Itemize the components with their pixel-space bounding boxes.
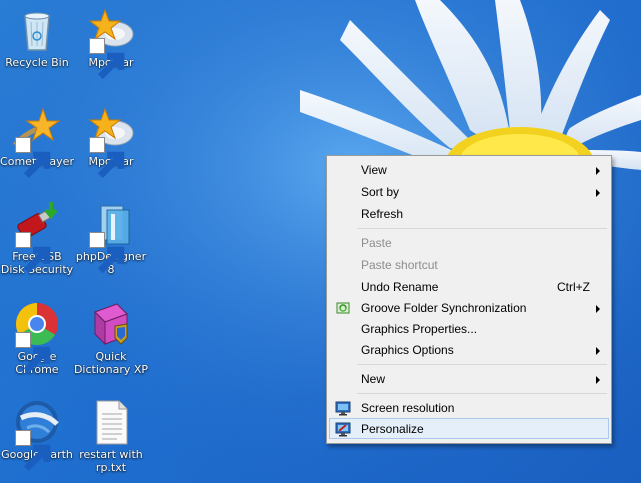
menu-item-label: Sort by — [361, 185, 400, 199]
menu-item-refresh[interactable]: Refresh — [329, 203, 609, 224]
chrome-icon — [13, 300, 61, 374]
desktop-icon-google-earth[interactable]: Google Earth — [0, 398, 75, 472]
shortcut-arrow-icon — [89, 137, 125, 179]
menu-item-label: Graphics Properties... — [361, 322, 478, 336]
menu-item-label: Personalize — [361, 422, 424, 436]
desktop-icon-phpdesigner[interactable]: phpDesigner 8 — [73, 200, 149, 276]
menu-item-groove-folder-sync[interactable]: Groove Folder Synchronization — [329, 297, 609, 318]
desktop-icon-mpcstar-2[interactable]: MpcStar — [73, 105, 149, 179]
desktop-icon-restart-with-rp-txt[interactable]: restart with rp.txt — [73, 398, 149, 474]
shortcut-arrow-icon — [89, 232, 125, 274]
text-file-icon — [87, 398, 135, 446]
menu-item-screen-resolution[interactable]: Screen resolution — [329, 397, 609, 418]
menu-item-label: View — [361, 163, 387, 177]
menu-item-paste-shortcut[interactable]: Paste shortcut — [329, 254, 609, 275]
submenu-arrow-icon — [596, 167, 600, 175]
menu-item-shortcut: Ctrl+Z — [557, 280, 590, 294]
menu-item-label: New — [361, 372, 386, 386]
desktop-icon-recycle-bin[interactable]: Recycle Bin — [0, 6, 75, 69]
shortcut-arrow-icon — [15, 137, 51, 179]
mpcstar-icon — [87, 6, 135, 80]
menu-item-label: Refresh — [361, 207, 404, 221]
google-earth-icon — [13, 398, 61, 472]
menu-item-label: Paste — [361, 236, 392, 250]
menu-separator — [357, 364, 607, 365]
submenu-arrow-icon — [596, 305, 600, 313]
submenu-arrow-icon — [596, 347, 600, 355]
menu-item-label: Groove Folder Synchronization — [361, 301, 527, 315]
screen-resolution-icon — [335, 400, 351, 416]
desktop-icon-free-usb-disk-security[interactable]: Free USB Disk Security — [0, 200, 75, 276]
menu-separator — [357, 228, 607, 229]
shortcut-arrow-icon — [15, 430, 51, 472]
desktop-icon-google-chrome[interactable]: Google Chrome — [0, 300, 75, 376]
personalize-icon — [335, 421, 351, 437]
menu-item-paste[interactable]: Paste — [329, 232, 609, 253]
menu-item-label: Graphics Options — [361, 343, 454, 357]
menu-item-label: Screen resolution — [361, 401, 455, 415]
desktop-context-menu: View Sort by Refresh Paste Paste shortcu… — [326, 155, 612, 444]
desktop-icon-label: Recycle Bin — [5, 56, 69, 69]
menu-item-label: Undo Rename — [361, 280, 439, 294]
phpdesigner-icon — [87, 200, 135, 274]
menu-item-sort-by[interactable]: Sort by — [329, 181, 609, 202]
menu-item-undo-rename[interactable]: Undo Rename Ctrl+Z — [329, 276, 609, 297]
submenu-arrow-icon — [596, 189, 600, 197]
mpcstar-icon — [87, 105, 135, 179]
desktop-icon-comet-player[interactable]: Comet Player — [0, 105, 75, 179]
desktop-icon-label: restart with rp.txt — [79, 448, 143, 474]
menu-item-graphics-options[interactable]: Graphics Options — [329, 339, 609, 360]
shortcut-arrow-icon — [15, 332, 51, 374]
menu-separator — [357, 393, 607, 394]
shortcut-arrow-icon — [89, 38, 125, 80]
menu-item-view[interactable]: View — [329, 159, 609, 180]
recycle-bin-icon — [13, 6, 61, 54]
menu-item-label: Paste shortcut — [361, 258, 438, 272]
comet-player-icon — [13, 105, 61, 179]
menu-item-new[interactable]: New — [329, 368, 609, 389]
menu-item-graphics-properties[interactable]: Graphics Properties... — [329, 318, 609, 339]
usb-disk-icon — [13, 200, 61, 274]
dictionary-icon — [87, 300, 135, 348]
desktop-icon-mpcstar-1[interactable]: MpcStar — [73, 6, 149, 80]
menu-item-personalize[interactable]: Personalize — [329, 418, 609, 439]
groove-sync-icon — [335, 300, 351, 316]
desktop-icon-quick-dictionary-xp[interactable]: Quick Dictionary XP — [73, 300, 149, 376]
submenu-arrow-icon — [596, 376, 600, 384]
desktop-icon-label: Quick Dictionary XP — [73, 350, 149, 376]
shortcut-arrow-icon — [15, 232, 51, 274]
